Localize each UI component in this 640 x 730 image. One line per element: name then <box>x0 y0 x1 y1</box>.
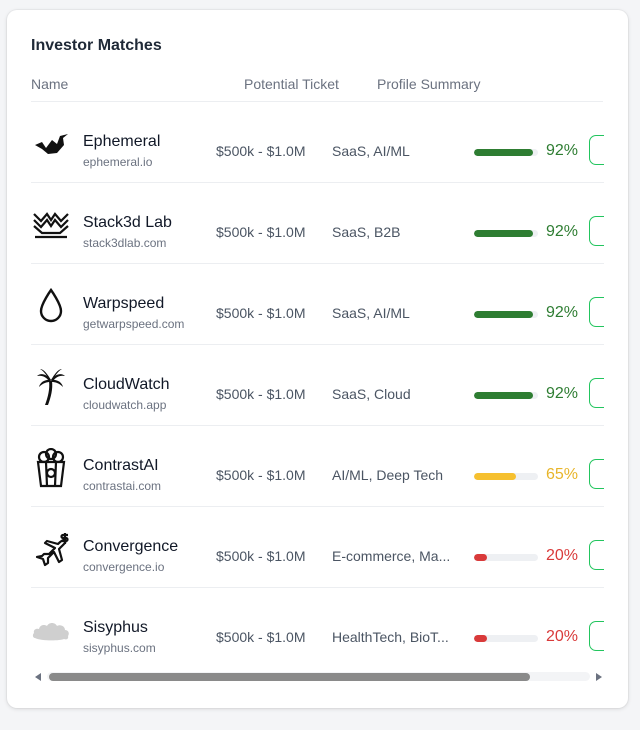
profile-summary: E-commerce, Ma... <box>332 548 451 564</box>
row-action-button[interactable] <box>589 378 604 408</box>
match-bar-fill <box>474 473 516 480</box>
investor-domain[interactable]: sisyphus.com <box>83 641 156 655</box>
investor-domain[interactable]: convergence.io <box>83 560 164 574</box>
match-bar-fill <box>474 392 533 399</box>
potential-ticket: $500k - $1.0M <box>216 386 306 402</box>
row-action-button[interactable] <box>589 459 604 489</box>
investor-domain[interactable]: ephemeral.io <box>83 155 152 169</box>
investor-row[interactable]: Convergence convergence.io $500k - $1.0M… <box>31 507 604 588</box>
match-percent: 65% <box>546 466 579 483</box>
potential-ticket: $500k - $1.0M <box>216 629 306 645</box>
profile-summary: HealthTech, BioT... <box>332 629 449 645</box>
investor-row[interactable]: Warpspeed getwarpspeed.com $500k - $1.0M… <box>31 264 604 345</box>
match-bar-fill <box>474 311 533 318</box>
match-bar <box>474 473 538 480</box>
airplane-dollar-icon <box>31 529 71 569</box>
match-bar <box>474 149 538 156</box>
investor-name[interactable]: Warpspeed <box>83 295 164 313</box>
match-bar-fill <box>474 149 533 156</box>
water-drop-icon <box>31 286 71 326</box>
match-bar-fill <box>474 554 487 561</box>
horizontal-scrollbar[interactable] <box>35 671 602 685</box>
investor-name[interactable]: CloudWatch <box>83 376 170 394</box>
match-bar <box>474 392 538 399</box>
profile-summary: AI/ML, Deep Tech <box>332 467 444 483</box>
investor-domain[interactable]: cloudwatch.app <box>83 398 166 412</box>
scroll-right-arrow-icon[interactable] <box>596 673 602 681</box>
bird-icon <box>31 124 71 164</box>
row-action-button[interactable] <box>589 540 604 570</box>
investor-list[interactable]: Ephemeral ephemeral.io $500k - $1.0M Saa… <box>7 102 604 667</box>
profile-summary: SaaS, AI/ML <box>332 305 410 321</box>
investor-name[interactable]: Stack3d Lab <box>83 214 172 232</box>
investor-row[interactable]: Sisyphus sisyphus.com $500k - $1.0M Heal… <box>31 588 604 667</box>
stacked-waves-icon <box>31 205 71 245</box>
scroll-thumb[interactable] <box>49 673 530 681</box>
match-bar <box>474 635 538 642</box>
investor-row[interactable]: CloudWatch cloudwatch.app $500k - $1.0M … <box>31 345 604 426</box>
match-percent: 92% <box>546 223 579 240</box>
investor-name[interactable]: Ephemeral <box>83 133 160 151</box>
match-percent: 92% <box>546 142 579 159</box>
potential-ticket: $500k - $1.0M <box>216 224 306 240</box>
row-action-button[interactable] <box>589 621 604 651</box>
match-percent: 20% <box>546 628 579 645</box>
investor-row[interactable]: Ephemeral ephemeral.io $500k - $1.0M Saa… <box>31 102 604 183</box>
potential-ticket: $500k - $1.0M <box>216 467 306 483</box>
profile-summary: SaaS, Cloud <box>332 386 411 402</box>
match-bar-fill <box>474 635 487 642</box>
match-percent: 92% <box>546 385 579 402</box>
investor-domain[interactable]: stack3dlab.com <box>83 236 166 250</box>
column-header-name[interactable]: Name <box>31 76 68 92</box>
match-bar <box>474 311 538 318</box>
potential-ticket: $500k - $1.0M <box>216 305 306 321</box>
match-percent: 20% <box>546 547 579 564</box>
potential-ticket: $500k - $1.0M <box>216 548 306 564</box>
profile-summary: SaaS, AI/ML <box>332 143 410 159</box>
investor-domain[interactable]: contrastai.com <box>83 479 161 493</box>
match-bar <box>474 554 538 561</box>
profile-summary: SaaS, B2B <box>332 224 401 240</box>
investor-name[interactable]: Sisyphus <box>83 619 148 637</box>
investor-domain[interactable]: getwarpspeed.com <box>83 317 184 331</box>
investor-row[interactable]: Stack3d Lab stack3dlab.com $500k - $1.0M… <box>31 183 604 264</box>
investor-name[interactable]: Convergence <box>83 538 178 556</box>
popcorn-icon <box>31 448 71 488</box>
card-title: Investor Matches <box>31 37 162 54</box>
scroll-left-arrow-icon[interactable] <box>35 673 41 681</box>
row-action-button[interactable] <box>589 297 604 327</box>
cloud-icon <box>31 610 71 650</box>
potential-ticket: $500k - $1.0M <box>216 143 306 159</box>
match-percent: 92% <box>546 304 579 321</box>
column-header-summary[interactable]: Profile Summary <box>377 76 480 92</box>
match-bar <box>474 230 538 237</box>
column-header-ticket[interactable]: Potential Ticket <box>244 76 339 92</box>
investor-name[interactable]: ContrastAI <box>83 457 159 475</box>
investor-row[interactable]: ContrastAI contrastai.com $500k - $1.0M … <box>31 426 604 507</box>
match-bar-fill <box>474 230 533 237</box>
row-action-button[interactable] <box>589 135 604 165</box>
palm-tree-icon <box>31 367 71 407</box>
investor-matches-card: Investor Matches Name Potential Ticket P… <box>7 10 628 708</box>
row-action-button[interactable] <box>589 216 604 246</box>
